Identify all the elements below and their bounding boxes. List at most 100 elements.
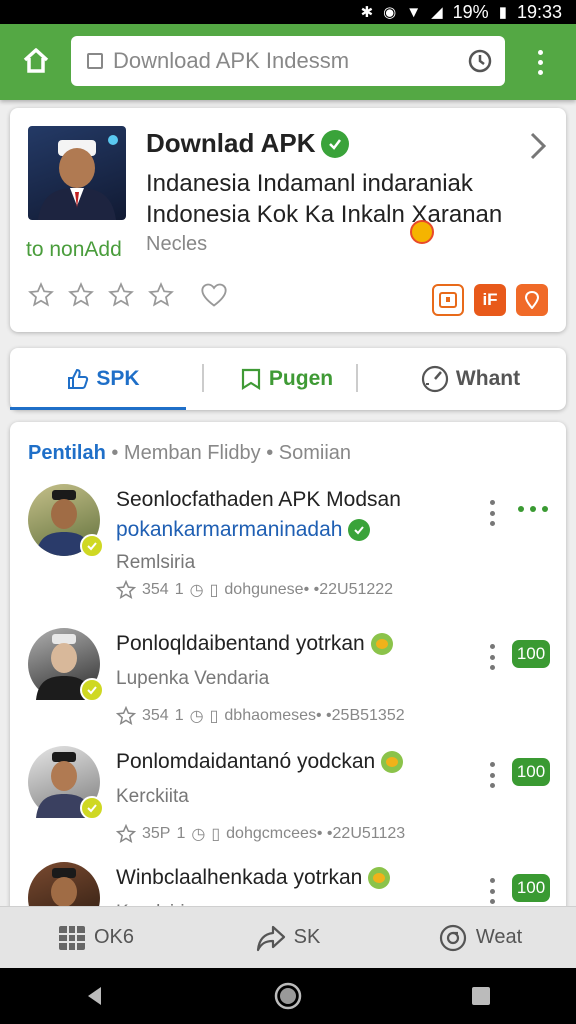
- comment-icon: ◷: [189, 708, 204, 725]
- tab-spk[interactable]: SPK: [10, 348, 196, 410]
- star-icon[interactable]: [148, 282, 174, 308]
- more-vert-icon: [489, 500, 495, 505]
- back-icon[interactable]: [83, 984, 107, 1008]
- checkmark-icon: [80, 796, 104, 820]
- file-icon: ▯: [209, 582, 219, 599]
- score-badge: 100: [512, 758, 550, 786]
- browser-toolbar: Download APK Indessm: [0, 24, 576, 100]
- battery-percent: 19%: [452, 1, 489, 22]
- bookmark-icon: [241, 368, 261, 390]
- system-nav-bar: [0, 968, 576, 1024]
- star-icon[interactable]: [116, 824, 136, 844]
- item-menu-button[interactable]: [486, 762, 498, 788]
- reload-icon: [468, 49, 492, 73]
- item-meta: 354 1 ◷ ▯ dbhaomeses• •25B51352: [116, 706, 405, 726]
- review-list: Pentilah • Memban Flidby • Somiian Seonl…: [10, 422, 566, 922]
- item-title: Winbclaalhenkada yotrkan: [116, 866, 391, 890]
- app-card[interactable]: Downlad APK Indanesia Indamanl indarania…: [10, 108, 566, 332]
- app-badges: iF: [432, 284, 548, 316]
- f-badge-icon: iF: [474, 284, 506, 316]
- reload-button[interactable]: [455, 36, 505, 86]
- item-title: Ponlomdaidantanó yodckan: [116, 750, 404, 774]
- item-link[interactable]: pokankarmarmaninadah: [116, 518, 371, 542]
- tab-divider: [202, 364, 204, 392]
- url-bar[interactable]: Download APK Indessm: [71, 36, 505, 86]
- developer-name: Necles: [146, 233, 208, 255]
- avatar: [28, 628, 104, 702]
- tab-whant[interactable]: Whant: [380, 348, 560, 410]
- emoji-icon: [381, 751, 404, 773]
- item-menu-button[interactable]: [486, 644, 498, 670]
- grid-icon: [58, 925, 85, 950]
- home-icon: [23, 48, 49, 73]
- star-icon[interactable]: [68, 282, 94, 308]
- bottom-button-weat[interactable]: Weat: [384, 907, 576, 968]
- filter-row: Pentilah • Memban Flidby • Somiian: [28, 442, 351, 465]
- checkmark-icon: [80, 678, 104, 702]
- more-vert-icon: [489, 644, 495, 649]
- app-thumbnail: [28, 126, 126, 220]
- item-title: Seonlocfathaden APK Modsan: [116, 488, 401, 511]
- recents-icon[interactable]: [469, 984, 493, 1008]
- home-button[interactable]: [18, 42, 54, 78]
- verified-icon: [348, 519, 371, 541]
- heart-icon[interactable]: [200, 282, 228, 308]
- file-icon: ▯: [211, 826, 221, 843]
- more-horiz-icon[interactable]: [518, 506, 548, 512]
- list-item[interactable]: Ponlomdaidantanó yodckan Kerckiita 35P 1…: [10, 746, 566, 866]
- bluetooth-icon: ✱: [360, 4, 374, 21]
- screen-badge-icon: [432, 284, 464, 316]
- emoji-icon: [368, 867, 391, 889]
- filter-active[interactable]: Pentilah: [28, 442, 106, 464]
- star-icon[interactable]: [108, 282, 134, 308]
- checkmark-icon: [80, 534, 104, 558]
- more-vert-icon: [537, 49, 543, 55]
- tab-pugen[interactable]: Pugen: [206, 348, 366, 410]
- sync-icon: ◉: [383, 4, 397, 21]
- bottom-button-ok6[interactable]: OK6: [0, 907, 192, 968]
- clock: 19:33: [516, 1, 562, 22]
- share-icon: [256, 925, 285, 951]
- star-icon[interactable]: [116, 706, 136, 726]
- list-item[interactable]: Seonlocfathaden APK Modsan pokankarmarma…: [10, 484, 566, 604]
- item-menu-button[interactable]: [486, 500, 498, 526]
- install-status[interactable]: to nonAdd: [26, 238, 122, 262]
- chevron-right-icon[interactable]: [526, 130, 550, 167]
- tab-icon: [87, 53, 103, 69]
- rating-stars[interactable]: [28, 282, 228, 308]
- tab-divider: [356, 364, 358, 392]
- signal-icon: ◢: [431, 4, 443, 21]
- item-subtitle: Kerckiita: [116, 786, 189, 807]
- emoji-icon: [370, 633, 393, 655]
- item-title: Ponloqldaibentand yotrkan: [116, 632, 393, 656]
- battery-icon: ▮: [498, 4, 507, 21]
- avatar: [28, 746, 104, 820]
- item-menu-button[interactable]: [486, 878, 498, 904]
- angry-emoji-icon: [410, 220, 434, 244]
- item-subtitle: Remlsiria: [116, 552, 196, 573]
- url-text: Download APK Indessm: [113, 48, 350, 73]
- more-vert-icon: [489, 762, 495, 767]
- star-icon[interactable]: [28, 282, 54, 308]
- score-badge: 100: [512, 640, 550, 668]
- app-title: Downlad APK: [146, 128, 350, 159]
- item-meta: 354 1 ◷ ▯ dohgunese• •22U51222: [116, 580, 393, 600]
- thumbs-up-icon: [68, 368, 89, 389]
- file-icon: ▯: [209, 708, 219, 725]
- bottom-button-share[interactable]: SK: [192, 907, 384, 968]
- star-icon[interactable]: [116, 580, 136, 600]
- refresh-icon: [439, 924, 466, 951]
- avatar: [28, 484, 104, 558]
- score-badge: 100: [512, 874, 550, 902]
- list-item[interactable]: Ponloqldaibentand yotrkan Lupenka Vendar…: [10, 628, 566, 748]
- bottom-action-bar: OK6 SK Weat: [0, 906, 576, 968]
- speed-icon: [421, 365, 449, 393]
- app-description: Indanesia Indamanl indaraniak Indonesia …: [146, 170, 503, 228]
- comment-icon: ◷: [189, 582, 204, 599]
- filter-options[interactable]: • Memban Flidby • Somiian: [106, 442, 351, 464]
- more-menu-button[interactable]: [528, 44, 552, 80]
- status-bar: ✱ ◉ ▼ ◢ 19% ▮ 19:33: [0, 0, 576, 24]
- item-subtitle: Lupenka Vendaria: [116, 668, 270, 689]
- home-circle-icon[interactable]: [273, 981, 303, 1011]
- tab-bar: SPK Pugen Whant: [10, 348, 566, 410]
